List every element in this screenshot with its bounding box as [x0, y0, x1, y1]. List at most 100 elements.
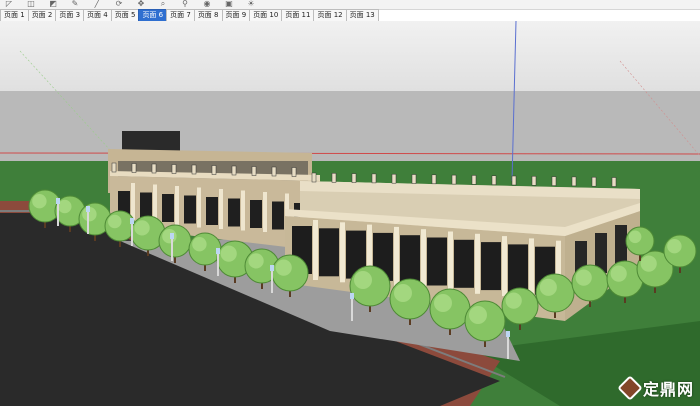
- finial: [311, 172, 317, 183]
- pilaster: [263, 192, 267, 232]
- model-viewport[interactable]: 定鼎网: [0, 21, 700, 406]
- tab-page-9[interactable]: 页面 9: [221, 9, 251, 21]
- lamp-head: [170, 233, 174, 239]
- pilaster: [340, 222, 345, 283]
- tab-page-1[interactable]: 页面 1: [0, 9, 29, 21]
- tree-highlight: [220, 245, 237, 262]
- pan-icon[interactable]: ✥: [136, 0, 146, 8]
- pilaster: [394, 226, 399, 287]
- tab-page-12[interactable]: 页面 12: [313, 9, 347, 21]
- tab-page-3[interactable]: 页面 3: [55, 9, 85, 21]
- finial: [271, 166, 277, 177]
- tree-highlight: [32, 194, 47, 209]
- tree-highlight: [505, 292, 522, 309]
- window: [206, 197, 218, 225]
- window: [184, 195, 196, 224]
- watermark: 定鼎网: [617, 375, 694, 401]
- finial: [171, 164, 177, 174]
- pilaster: [502, 236, 507, 297]
- tree-canopy: [271, 254, 309, 292]
- tree-canopy: [349, 265, 391, 307]
- tab-page-8[interactable]: 页面 8: [193, 9, 223, 21]
- dingding-logo-icon: [617, 375, 643, 401]
- finial: [591, 176, 597, 187]
- tree-highlight: [628, 230, 642, 244]
- finial: [151, 163, 157, 174]
- tree-highlight: [162, 229, 177, 244]
- lamp-head: [216, 248, 220, 254]
- tab-page-6[interactable]: 页面 6: [138, 9, 168, 21]
- finial: [611, 177, 617, 187]
- tab-page-10[interactable]: 页面 10: [249, 9, 283, 21]
- window: [319, 228, 339, 277]
- tree-highlight: [275, 259, 292, 276]
- tree-highlight: [192, 237, 207, 252]
- eraser-icon[interactable]: ◫: [26, 0, 36, 8]
- tree-canopy: [104, 210, 136, 242]
- tree-highlight: [58, 199, 72, 214]
- tab-page-4[interactable]: 页面 4: [83, 9, 112, 21]
- select-icon[interactable]: ◸: [4, 0, 14, 8]
- orbit-icon[interactable]: ⟳: [114, 0, 124, 8]
- walk-icon[interactable]: ⚲: [180, 0, 190, 8]
- lamp-head: [506, 331, 510, 337]
- finial: [251, 166, 257, 176]
- tree-highlight: [394, 284, 412, 302]
- line-icon[interactable]: ╱: [92, 0, 102, 8]
- finial: [351, 173, 357, 183]
- window: [454, 239, 474, 288]
- tab-page-11[interactable]: 页面 11: [281, 9, 315, 21]
- pencil-icon[interactable]: ✎: [70, 0, 80, 8]
- tab-page-5[interactable]: 页面 5: [110, 9, 140, 21]
- tree-highlight: [434, 294, 452, 312]
- tree-canopy: [625, 226, 655, 256]
- window: [427, 237, 447, 286]
- finial: [431, 174, 437, 185]
- lamp-head: [130, 218, 134, 224]
- tree-highlight: [354, 271, 372, 289]
- finial: [391, 173, 397, 184]
- look-icon[interactable]: ◉: [202, 0, 212, 8]
- window: [508, 244, 528, 293]
- lamp-head: [56, 198, 60, 204]
- finial: [531, 176, 537, 186]
- pilaster: [197, 187, 201, 228]
- tree-highlight: [610, 265, 627, 282]
- pilaster: [475, 233, 480, 294]
- tree-highlight: [539, 278, 557, 296]
- finial: [551, 176, 557, 186]
- tree-highlight: [248, 253, 264, 269]
- lamp-head: [270, 265, 274, 271]
- tree-highlight: [575, 269, 592, 286]
- section-icon[interactable]: ▣: [224, 0, 234, 8]
- zoom-icon[interactable]: ⌕: [158, 0, 168, 8]
- tree-canopy: [464, 300, 506, 342]
- tree-canopy: [571, 264, 609, 302]
- pilaster: [175, 186, 179, 226]
- horizon-band: [0, 91, 700, 161]
- window: [272, 201, 284, 230]
- finial: [111, 162, 117, 173]
- paint-icon[interactable]: ◩: [48, 0, 58, 8]
- shadow-icon[interactable]: ☀: [246, 0, 256, 8]
- tree-canopy: [535, 273, 575, 313]
- finial: [411, 174, 417, 184]
- lamp-head: [350, 293, 354, 299]
- finial: [331, 173, 337, 183]
- tree-canopy: [389, 278, 431, 320]
- finial: [451, 174, 457, 185]
- tab-page-7[interactable]: 页面 7: [166, 9, 195, 21]
- window: [162, 194, 174, 222]
- scene-canvas[interactable]: [0, 21, 700, 406]
- finial: [191, 164, 197, 175]
- window: [250, 200, 262, 228]
- pilaster: [313, 220, 318, 280]
- window: [400, 235, 420, 284]
- tree-canopy: [501, 287, 539, 325]
- tree-highlight: [134, 220, 150, 236]
- pilaster: [241, 190, 245, 231]
- tab-page-2[interactable]: 页面 2: [27, 9, 57, 21]
- finial: [571, 176, 577, 187]
- tab-page-13[interactable]: 页面 13: [345, 9, 379, 21]
- pilaster: [448, 231, 453, 292]
